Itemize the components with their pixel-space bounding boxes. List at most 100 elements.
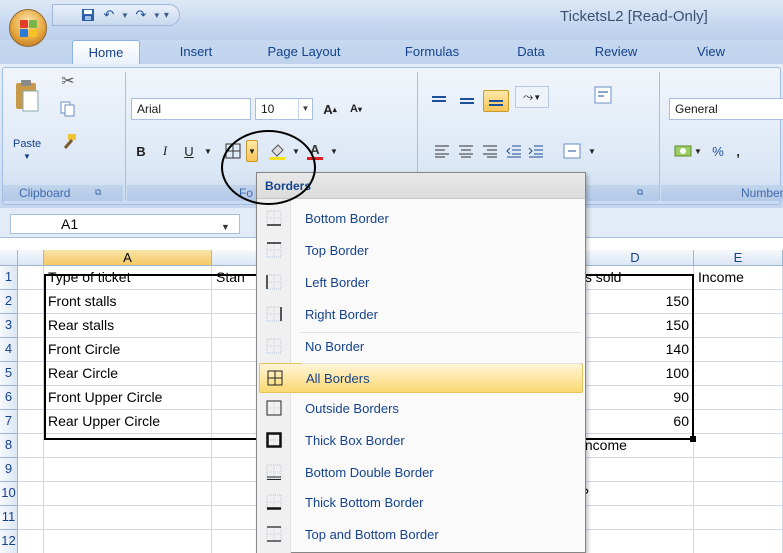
table-cell[interactable] (18, 290, 44, 314)
currency-icon[interactable]: ▼ (673, 140, 703, 162)
table-cell[interactable]: 150 (577, 290, 694, 314)
table-cell[interactable]: 90 (577, 386, 694, 410)
table-cell[interactable]: 100 (577, 362, 694, 386)
chevron-down-icon[interactable]: ▼ (298, 99, 312, 119)
table-cell[interactable] (18, 410, 44, 434)
table-cell[interactable] (18, 338, 44, 362)
table-cell[interactable]: Front Circle (44, 338, 212, 362)
table-cell[interactable] (577, 506, 694, 530)
table-cell[interactable] (18, 386, 44, 410)
tab-page-layout[interactable]: Page Layout (256, 40, 352, 64)
alignment-launcher-icon[interactable]: ⧉ (637, 187, 643, 198)
table-cell[interactable]: Rear Circle (44, 362, 212, 386)
table-cell[interactable] (694, 410, 783, 434)
redo-dropdown-icon[interactable]: ▼ (153, 11, 161, 20)
shrink-font-icon[interactable]: A ▾ (345, 98, 367, 120)
paste-icon[interactable] (13, 78, 41, 114)
font-name-combo[interactable]: Arial (131, 98, 251, 120)
undo-dropdown-icon[interactable]: ▼ (121, 11, 129, 20)
tab-view[interactable]: View (686, 40, 736, 64)
row-header[interactable]: 6 (0, 386, 18, 410)
table-cell[interactable] (44, 434, 212, 458)
table-cell[interactable] (694, 458, 783, 482)
italic-icon[interactable]: I (155, 140, 175, 162)
row-header[interactable]: 3 (0, 314, 18, 338)
table-cell[interactable] (18, 266, 44, 290)
table-cell[interactable] (18, 434, 44, 458)
borders-dropdown-icon[interactable]: ▼ (246, 140, 258, 162)
number-format-combo[interactable]: General (669, 98, 783, 120)
fill-color-dropdown-icon[interactable]: ▼ (291, 140, 301, 162)
table-cell[interactable] (694, 530, 783, 553)
table-cell[interactable]: ts sold (577, 266, 694, 290)
tab-insert[interactable]: Insert (168, 40, 224, 64)
menu-item-outside-borders[interactable]: Outside Borders (259, 393, 583, 423)
format-painter-icon[interactable] (59, 132, 79, 152)
grow-font-icon[interactable]: A ▴ (319, 98, 341, 120)
align-right-icon[interactable] (479, 140, 501, 162)
paste-label[interactable]: Paste (13, 138, 41, 150)
percent-icon[interactable]: % (707, 140, 729, 162)
decrease-indent-icon[interactable] (503, 140, 525, 162)
row-header[interactable]: 7 (0, 410, 18, 434)
save-icon[interactable] (79, 6, 97, 24)
select-all-corner[interactable] (0, 250, 18, 266)
row-header[interactable]: 12 (0, 530, 18, 553)
row-header[interactable]: 9 (0, 458, 18, 482)
font-size-combo[interactable]: 10 ▼ (255, 98, 313, 120)
table-cell[interactable]: Front stalls (44, 290, 212, 314)
table-cell[interactable] (694, 290, 783, 314)
name-box[interactable]: A1 ▼ (10, 214, 240, 234)
table-cell[interactable] (694, 314, 783, 338)
fill-color-icon[interactable] (265, 140, 289, 162)
table-cell[interactable]: Rear stalls (44, 314, 212, 338)
table-cell[interactable] (44, 530, 212, 553)
table-cell[interactable] (577, 458, 694, 482)
row-header[interactable]: 4 (0, 338, 18, 362)
table-cell[interactable] (694, 434, 783, 458)
table-cell[interactable]: 150 (577, 314, 694, 338)
row-header[interactable]: 11 (0, 506, 18, 530)
table-cell[interactable] (44, 458, 212, 482)
customize-toolbar-icon[interactable]: ▾ (164, 10, 169, 21)
redo-icon[interactable]: ↷ (132, 6, 150, 24)
table-cell[interactable] (694, 386, 783, 410)
row-header[interactable]: 8 (0, 434, 18, 458)
column-header[interactable]: D (577, 250, 694, 266)
table-cell[interactable]: Type of ticket (44, 266, 212, 290)
table-cell[interactable] (44, 482, 212, 506)
menu-item-bottom-double-border[interactable]: Bottom Double Border (259, 457, 583, 487)
align-center-icon[interactable] (455, 140, 477, 162)
menu-item-left-border[interactable]: Left Border (259, 267, 583, 297)
menu-item-top-bottom-border[interactable]: Top and Bottom Border (259, 519, 583, 549)
font-color-icon[interactable]: A (303, 140, 327, 162)
underline-icon[interactable]: U (179, 140, 199, 162)
tab-data[interactable]: Data (508, 40, 554, 64)
cut-icon[interactable]: ✂ (59, 72, 77, 90)
table-cell[interactable] (577, 530, 694, 553)
table-cell[interactable]: Front Upper Circle (44, 386, 212, 410)
row-header[interactable]: 2 (0, 290, 18, 314)
align-left-icon[interactable] (431, 140, 453, 162)
wrap-text-icon[interactable] (591, 84, 615, 106)
tab-review[interactable]: Review (586, 40, 646, 64)
merge-center-icon[interactable] (559, 140, 585, 162)
align-middle-icon[interactable] (455, 90, 479, 112)
align-bottom-icon[interactable] (483, 90, 509, 112)
row-header[interactable]: 5 (0, 362, 18, 386)
menu-item-top-border[interactable]: Top Border (259, 235, 583, 265)
table-cell[interactable]: Income (694, 266, 783, 290)
undo-icon[interactable]: ↶ (100, 6, 118, 24)
table-cell[interactable] (18, 362, 44, 386)
clipboard-launcher-icon[interactable]: ⧉ (95, 187, 101, 198)
comma-style-icon[interactable]: , (731, 140, 745, 162)
fill-handle[interactable] (690, 436, 696, 442)
menu-item-all-borders[interactable]: All Borders (259, 363, 583, 393)
menu-item-right-border[interactable]: Right Border (259, 299, 583, 329)
table-cell[interactable]: Rear Upper Circle (44, 410, 212, 434)
table-cell[interactable]: ? (577, 482, 694, 506)
table-cell[interactable] (18, 314, 44, 338)
orientation-icon[interactable]: ⤳ ▼ (515, 86, 549, 108)
increase-indent-icon[interactable] (525, 140, 547, 162)
column-header[interactable]: E (694, 250, 783, 266)
